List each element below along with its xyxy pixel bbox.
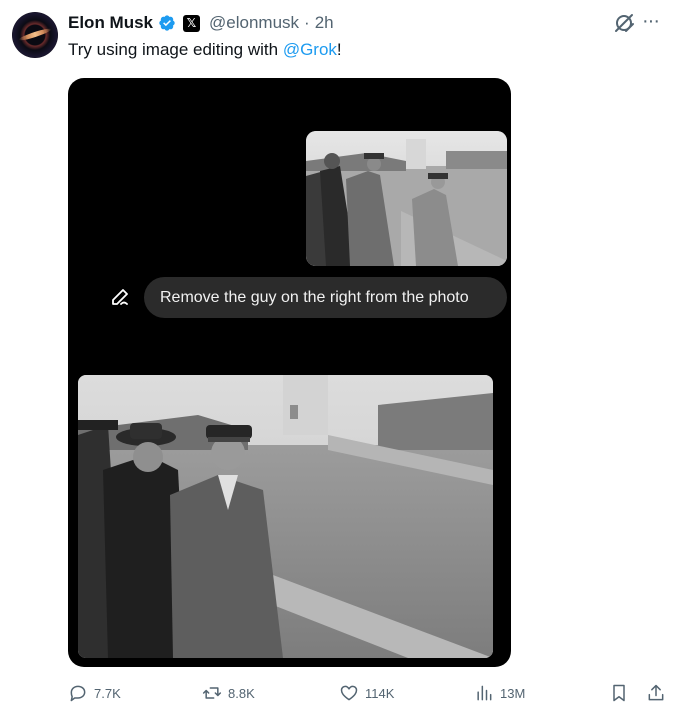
action-bar: 7.7K 8.8K 114K 13M: [0, 680, 700, 708]
time-separator: ·: [304, 13, 310, 32]
views-icon: [477, 685, 492, 701]
post-text-body: Try using image editing with: [68, 40, 283, 59]
views-button[interactable]: 13M: [474, 680, 525, 706]
post-header: Elon Musk 𝕏 @elonmusk · 2h: [68, 12, 334, 34]
reply-button[interactable]: 7.7K: [68, 680, 121, 706]
grok-icon[interactable]: [612, 11, 636, 35]
edited-photo[interactable]: [78, 375, 493, 658]
heart-icon: [340, 685, 358, 701]
reply-icon: [70, 685, 86, 702]
post-time[interactable]: 2h: [315, 13, 334, 33]
author-handle[interactable]: @elonmusk: [209, 13, 299, 33]
pen-icon: [112, 289, 128, 305]
post-text-end: !: [336, 40, 342, 59]
repost-button[interactable]: 8.8K: [202, 680, 255, 706]
share-button[interactable]: [646, 680, 666, 706]
mention-link[interactable]: @Grok: [283, 40, 337, 59]
repost-count: 8.8K: [228, 685, 255, 701]
repost-icon: [202, 687, 222, 699]
original-photo-image: [306, 131, 507, 266]
edit-prompt-bubble: Remove the guy on the right from the pho…: [144, 277, 507, 318]
author-name[interactable]: Elon Musk: [68, 13, 153, 33]
like-button[interactable]: 114K: [339, 680, 394, 706]
share-icon: [648, 684, 664, 701]
post-text: Try using image editing with @Grok!: [68, 40, 342, 60]
affiliate-badge-icon: 𝕏: [183, 14, 201, 32]
like-count: 114K: [365, 685, 395, 701]
views-count: 13M: [500, 685, 526, 701]
edited-photo-image: [78, 375, 493, 658]
bookmark-icon: [613, 684, 625, 702]
more-icon[interactable]: ···: [642, 11, 668, 32]
reply-count: 7.7K: [94, 685, 121, 701]
avatar[interactable]: [12, 12, 58, 58]
bookmark-button[interactable]: [609, 680, 629, 706]
original-photo-thumbnail[interactable]: [306, 131, 507, 266]
verified-badge-icon: [159, 15, 175, 31]
post-media[interactable]: Remove the guy on the right from the pho…: [68, 78, 511, 667]
